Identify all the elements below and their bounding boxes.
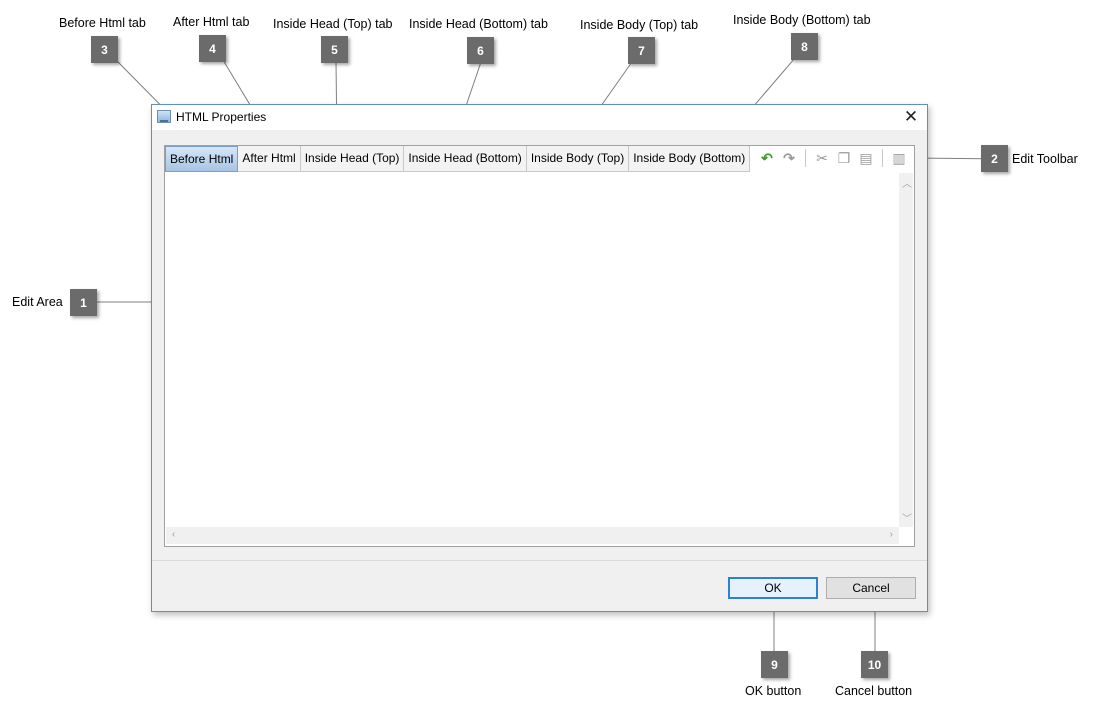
scroll-down-icon[interactable]: ﹀ (902, 510, 912, 525)
callout-label-inside-body-top-tab: Inside Body (Top) tab (580, 18, 699, 32)
callout-label-cancel-button: Cancel button (835, 684, 913, 698)
close-icon[interactable]: ✕ (901, 107, 921, 127)
edit-toolbar: ↶ ↷ ✂ ❐ ▤ ▥ (758, 148, 908, 168)
scroll-up-icon[interactable]: ︿ (902, 175, 912, 190)
tab-inside-body-bottom[interactable]: Inside Body (Bottom) (629, 146, 751, 172)
copy-icon[interactable]: ❐ (835, 149, 853, 167)
title-bar[interactable]: HTML Properties ✕ (152, 105, 927, 130)
callout-badge-7: 7 (628, 37, 655, 64)
cancel-button[interactable]: Cancel (826, 577, 916, 599)
callout-badge-8: 8 (791, 33, 818, 60)
callout-badge-10: 10 (861, 651, 888, 678)
toolbar-separator (805, 149, 806, 167)
vertical-scrollbar[interactable]: ︿ ﹀ (899, 173, 913, 527)
tab-inside-head-top[interactable]: Inside Head (Top) (300, 146, 405, 172)
toolbar-separator (882, 149, 883, 167)
callout-label-before-html-tab: Before Html tab (59, 16, 146, 30)
tab-strip: Before Html After Html Inside Head (Top)… (165, 146, 751, 172)
callout-badge-2: 2 (981, 145, 1008, 172)
clear-icon[interactable]: ▥ (890, 149, 908, 167)
callout-label-ok-button: OK button (745, 684, 802, 698)
scroll-left-icon[interactable]: ‹ (172, 529, 175, 540)
edit-area[interactable] (166, 173, 899, 527)
ok-button[interactable]: OK (728, 577, 818, 599)
callout-badge-6: 6 (467, 37, 494, 64)
callout-label-inside-head-bottom-tab: Inside Head (Bottom) tab (409, 17, 548, 31)
callout-badge-3: 3 (91, 36, 118, 63)
paste-icon[interactable]: ▤ (857, 149, 875, 167)
cut-icon[interactable]: ✂ (813, 149, 831, 167)
app-icon (157, 110, 171, 123)
callout-label-inside-head-top-tab: Inside Head (Top) tab (273, 17, 393, 31)
callout-badge-1: 1 (70, 289, 97, 316)
callout-badge-5: 5 (321, 36, 348, 63)
callout-badge-4: 4 (199, 35, 226, 62)
divider (152, 560, 927, 561)
callout-badge-9: 9 (761, 651, 788, 678)
callout-label-edit-area: Edit Area (12, 295, 63, 309)
tab-before-html[interactable]: Before Html (165, 146, 239, 172)
tab-inside-body-top[interactable]: Inside Body (Top) (526, 146, 630, 172)
tab-inside-head-bottom[interactable]: Inside Head (Bottom) (404, 146, 527, 172)
tab-after-html[interactable]: After Html (238, 146, 301, 172)
callout-label-edit-toolbar: Edit Toolbar (1012, 152, 1078, 166)
html-properties-dialog: HTML Properties ✕ Before Html After Html… (151, 104, 928, 612)
callout-label-after-html-tab: After Html tab (173, 15, 250, 29)
scroll-right-icon[interactable]: › (890, 529, 893, 540)
undo-icon[interactable]: ↶ (758, 149, 776, 167)
window-title: HTML Properties (176, 110, 267, 124)
redo-icon[interactable]: ↷ (780, 149, 798, 167)
horizontal-scrollbar[interactable]: ‹ › (166, 527, 899, 544)
callout-label-inside-body-bottom-tab: Inside Body (Bottom) tab (733, 13, 871, 27)
